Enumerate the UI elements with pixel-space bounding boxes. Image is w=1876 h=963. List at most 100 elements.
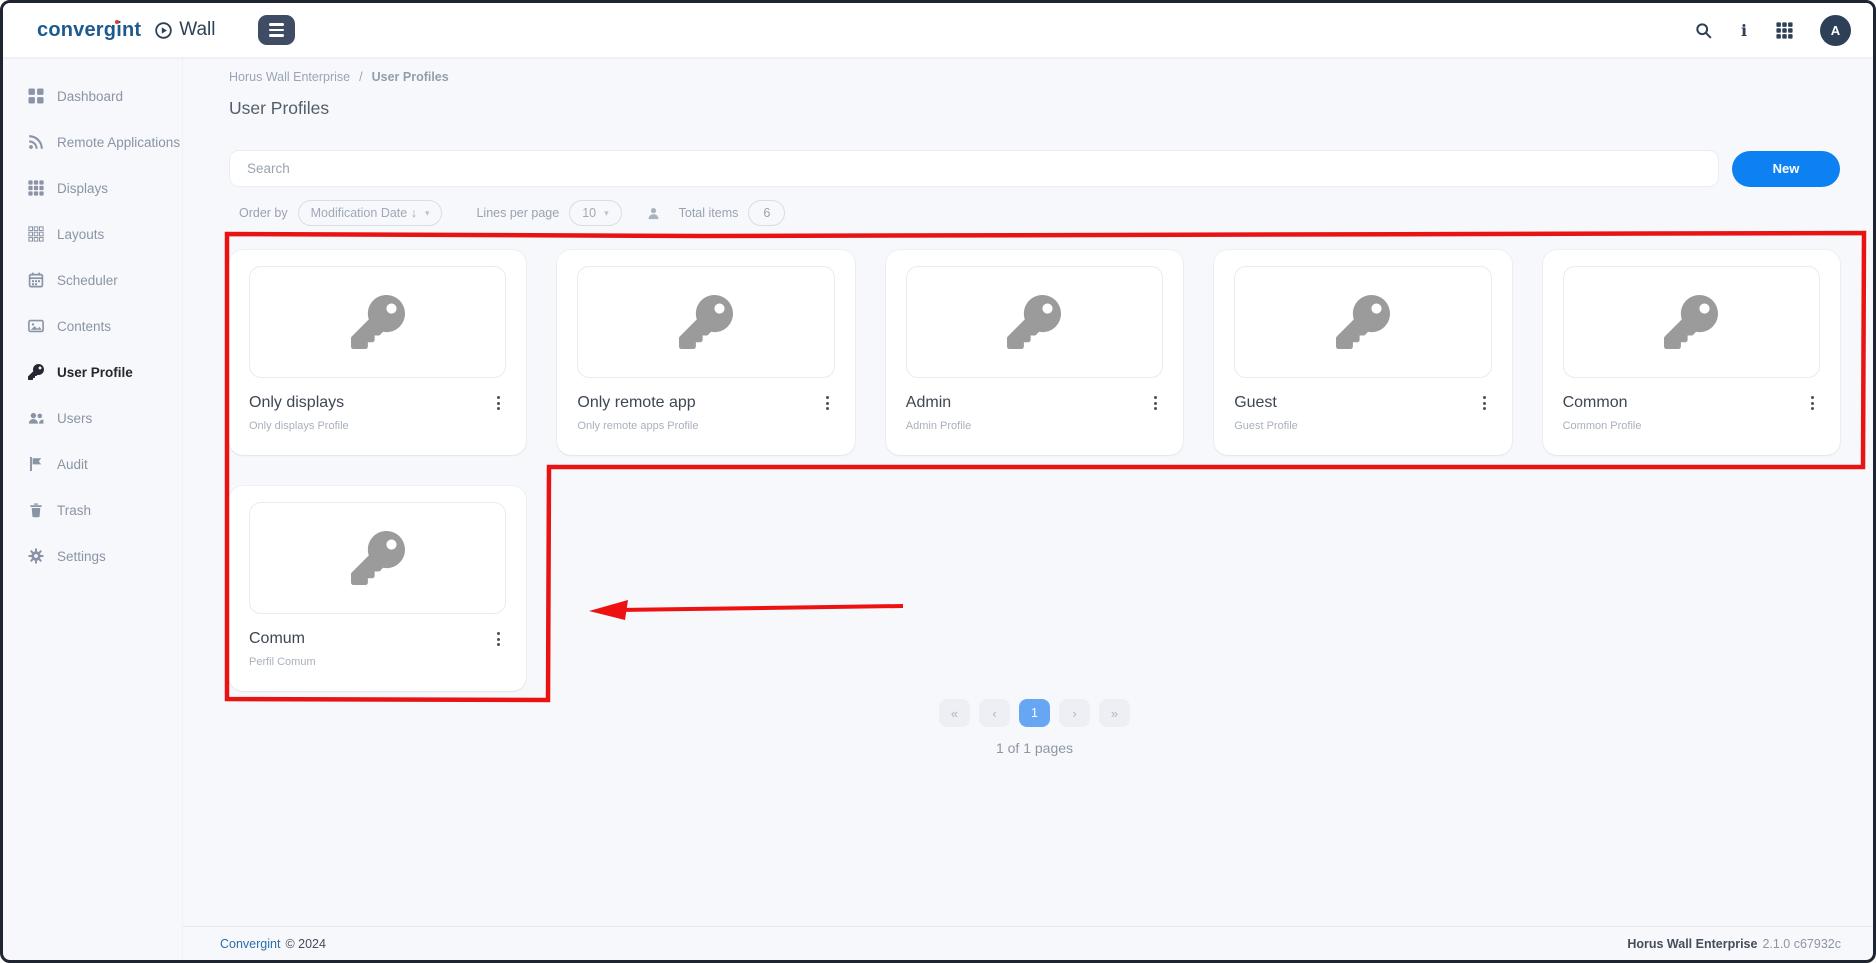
sidebar-item-displays[interactable]: Displays [3,165,182,211]
kebab-menu-icon[interactable] [1477,393,1492,413]
app-header: convergint Wall i A [3,3,1873,57]
profile-title: Common [1563,394,1628,412]
filter-row: Order by Modification Date ↓ ▾ Lines per… [229,200,1840,226]
kebab-menu-icon[interactable] [491,393,506,413]
layouts-icon [28,226,44,242]
sidebar-item-trash[interactable]: Trash [3,487,182,533]
profile-subtitle: Perfil Comum [249,656,506,668]
sidebar-item-users[interactable]: Users [3,395,182,441]
profile-thumbnail [906,266,1163,378]
kebab-menu-icon[interactable] [491,629,506,649]
profile-title: Only displays [249,394,344,412]
main-content: Horus Wall Enterprise / User Profiles Us… [183,57,1873,960]
remote-applications-icon [28,134,44,150]
pagination: « ‹ 1 › » [229,699,1840,727]
convergint-logo: convergint [37,20,141,40]
chevron-down-icon: ▾ [425,208,430,219]
sidebar-item-settings[interactable]: Settings [3,533,182,579]
profile-subtitle: Admin Profile [906,420,1163,432]
profile-card[interactable]: Comum Perfil Comum [229,486,526,691]
header-actions: i A [1695,15,1851,46]
product-name: Horus Wall Enterprise [1627,937,1757,951]
profile-title: Only remote app [577,394,695,412]
product-version: 2.1.0 c67932c [1762,937,1841,951]
kebab-menu-icon[interactable] [1148,393,1163,413]
key-icon [1664,295,1718,349]
profile-subtitle: Guest Profile [1234,420,1491,432]
total-items-badge: 6 [748,200,785,226]
sidebar-item-layouts[interactable]: Layouts [3,211,182,257]
contents-icon [28,318,44,334]
profile-thumbnail [1563,266,1820,378]
key-icon [351,531,405,585]
key-icon [679,295,733,349]
breadcrumb-separator: / [359,70,362,84]
profile-title: Guest [1234,394,1277,412]
app-name: Wall [179,19,215,41]
pagination-next-button[interactable]: › [1059,699,1090,727]
trash-icon [28,502,44,518]
play-circle-icon [155,22,172,39]
chevron-down-icon: ▾ [604,208,609,219]
profile-subtitle: Only displays Profile [249,420,506,432]
menu-toggle-button[interactable] [258,15,295,45]
search-input[interactable] [229,150,1719,187]
profile-subtitle: Common Profile [1563,420,1820,432]
users-icon [28,410,44,426]
page-title: User Profiles [229,98,1840,119]
displays-icon [28,180,44,196]
sidebar-item-user-profile[interactable]: User Profile [3,349,182,395]
pagination-page-1-button[interactable]: 1 [1019,699,1050,727]
sidebar-item-scheduler[interactable]: Scheduler [3,257,182,303]
order-by-dropdown[interactable]: Modification Date ↓ ▾ [298,200,443,226]
profile-thumbnail [249,502,506,614]
info-icon[interactable]: i [1739,21,1749,40]
order-by-label: Order by [239,206,288,220]
sidebar-item-contents[interactable]: Contents [3,303,182,349]
new-button[interactable]: New [1732,151,1840,187]
avatar[interactable]: A [1820,15,1851,46]
pagination-summary: 1 of 1 pages [229,740,1840,756]
kebab-menu-icon[interactable] [1805,393,1820,413]
pagination-first-button[interactable]: « [939,699,970,727]
copyright-text: © 2024 [285,937,326,951]
pagination-last-button[interactable]: » [1099,699,1130,727]
profile-subtitle: Only remote apps Profile [577,420,834,432]
breadcrumb-current: User Profiles [372,70,449,84]
breadcrumb: Horus Wall Enterprise / User Profiles [229,70,1840,84]
key-icon [351,295,405,349]
scheduler-icon [28,272,44,288]
profile-title: Admin [906,394,951,412]
settings-icon [28,548,44,564]
person-icon [646,206,661,221]
profile-card[interactable]: Common Common Profile [1543,250,1840,455]
search-icon[interactable] [1695,22,1712,39]
convergint-footer-link[interactable]: Convergint [220,937,280,951]
sidebar-item-dashboard[interactable]: Dashboard [3,73,182,119]
profile-card[interactable]: Guest Guest Profile [1214,250,1511,455]
breadcrumb-root[interactable]: Horus Wall Enterprise [229,70,350,84]
sidebar-item-remote-applications[interactable]: Remote Applications [3,119,182,165]
profile-cards-grid: Only displays Only displays Profile Only… [229,250,1840,691]
profile-thumbnail [249,266,506,378]
dashboard-icon [28,88,44,104]
total-items-label: Total items [679,206,739,220]
kebab-menu-icon[interactable] [820,393,835,413]
profile-card[interactable]: Admin Admin Profile [886,250,1183,455]
audit-icon [28,456,44,472]
profile-card[interactable]: Only displays Only displays Profile [229,250,526,455]
key-icon [1336,295,1390,349]
app-footer: Convergint © 2024 Horus Wall Enterprise … [183,926,1873,960]
pagination-prev-button[interactable]: ‹ [979,699,1010,727]
lines-per-page-label: Lines per page [476,206,559,220]
wall-brand: Wall [155,19,215,41]
key-icon [1007,295,1061,349]
app-window: convergint Wall i A Dashboard Remote App… [0,0,1876,963]
lines-per-page-dropdown[interactable]: 10 ▾ [569,200,621,226]
profile-card[interactable]: Only remote app Only remote apps Profile [557,250,854,455]
key-icon [28,364,44,380]
sidebar: Dashboard Remote Applications Displays L… [3,57,183,960]
apps-grid-icon[interactable] [1776,22,1793,39]
profile-thumbnail [1234,266,1491,378]
sidebar-item-audit[interactable]: Audit [3,441,182,487]
